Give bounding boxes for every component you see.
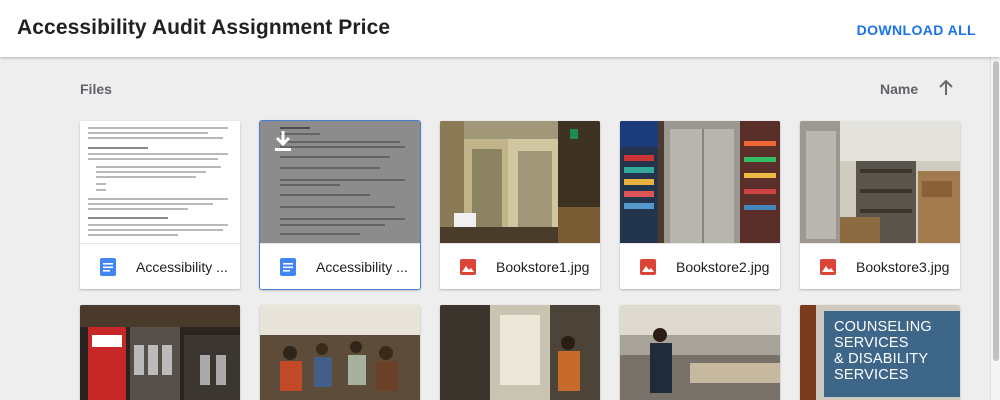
doc-thumbnail (80, 121, 240, 243)
image-file-icon (820, 259, 836, 275)
file-card-accessibility-doc-2[interactable]: Accessibility ... (260, 121, 420, 289)
file-card-bookstore1[interactable]: Bookstore1.jpg (440, 121, 600, 289)
page-title: Accessibility Audit Assignment Price (17, 16, 391, 39)
file-card-footer: Bookstore3.jpg (800, 243, 960, 289)
header: Accessibility Audit Assignment Price DOW… (0, 0, 1000, 57)
files-heading: Files (80, 81, 112, 97)
file-card-footer: Bookstore2.jpg (620, 243, 780, 289)
file-card-hallway-photo[interactable] (440, 305, 600, 400)
download-all-button[interactable]: DOWNLOAD ALL (857, 22, 976, 38)
doc-thumbnail (260, 121, 420, 243)
photo-thumbnail-soda-fountain (80, 305, 240, 400)
counseling-sign: COUNSELING SERVICES & DISABILITY SERVICE… (824, 311, 960, 397)
file-card-dining-hall-photo[interactable] (260, 305, 420, 400)
file-card-footer: Accessibility ... (80, 243, 240, 289)
scrollbar[interactable] (990, 57, 1000, 400)
file-card-bookstore2[interactable]: Bookstore2.jpg (620, 121, 780, 289)
files-toolbar: Files Name (0, 57, 1000, 119)
file-card-bookstore3[interactable]: Bookstore3.jpg (800, 121, 960, 289)
google-docs-icon (100, 258, 116, 276)
file-name: Bookstore3.jpg (856, 259, 950, 275)
photo-thumbnail-elevator (440, 121, 600, 243)
scrollbar-thumb[interactable] (993, 61, 999, 361)
file-name: Accessibility ... (136, 259, 228, 275)
photo-thumbnail-store-aisle (620, 121, 780, 243)
photo-thumbnail-dining-hall (260, 305, 420, 400)
file-name: Bookstore2.jpg (676, 259, 770, 275)
sort-by-name-button[interactable]: Name (880, 81, 918, 97)
file-card-food-counter-photo[interactable] (620, 305, 780, 400)
image-file-icon (460, 259, 476, 275)
google-docs-icon (280, 258, 296, 276)
photo-thumbnail-food-counter (620, 305, 780, 400)
file-card-counseling-sign-photo[interactable]: COUNSELING SERVICES & DISABILITY SERVICE… (800, 305, 960, 400)
sign-text: COUNSELING SERVICES & DISABILITY SERVICE… (834, 319, 932, 383)
file-name: Accessibility ... (316, 259, 408, 275)
download-icon[interactable] (272, 129, 294, 153)
image-file-icon (640, 259, 656, 275)
file-card-soda-fountain-photo[interactable] (80, 305, 240, 400)
photo-thumbnail-storage-room (800, 121, 960, 243)
file-card-accessibility-doc-1[interactable]: Accessibility ... (80, 121, 240, 289)
sort-ascending-arrow-icon[interactable] (936, 78, 956, 98)
photo-thumbnail-hallway (440, 305, 600, 400)
file-card-footer: Bookstore1.jpg (440, 243, 600, 289)
file-name: Bookstore1.jpg (496, 259, 590, 275)
file-card-footer: Accessibility ... (260, 243, 420, 289)
